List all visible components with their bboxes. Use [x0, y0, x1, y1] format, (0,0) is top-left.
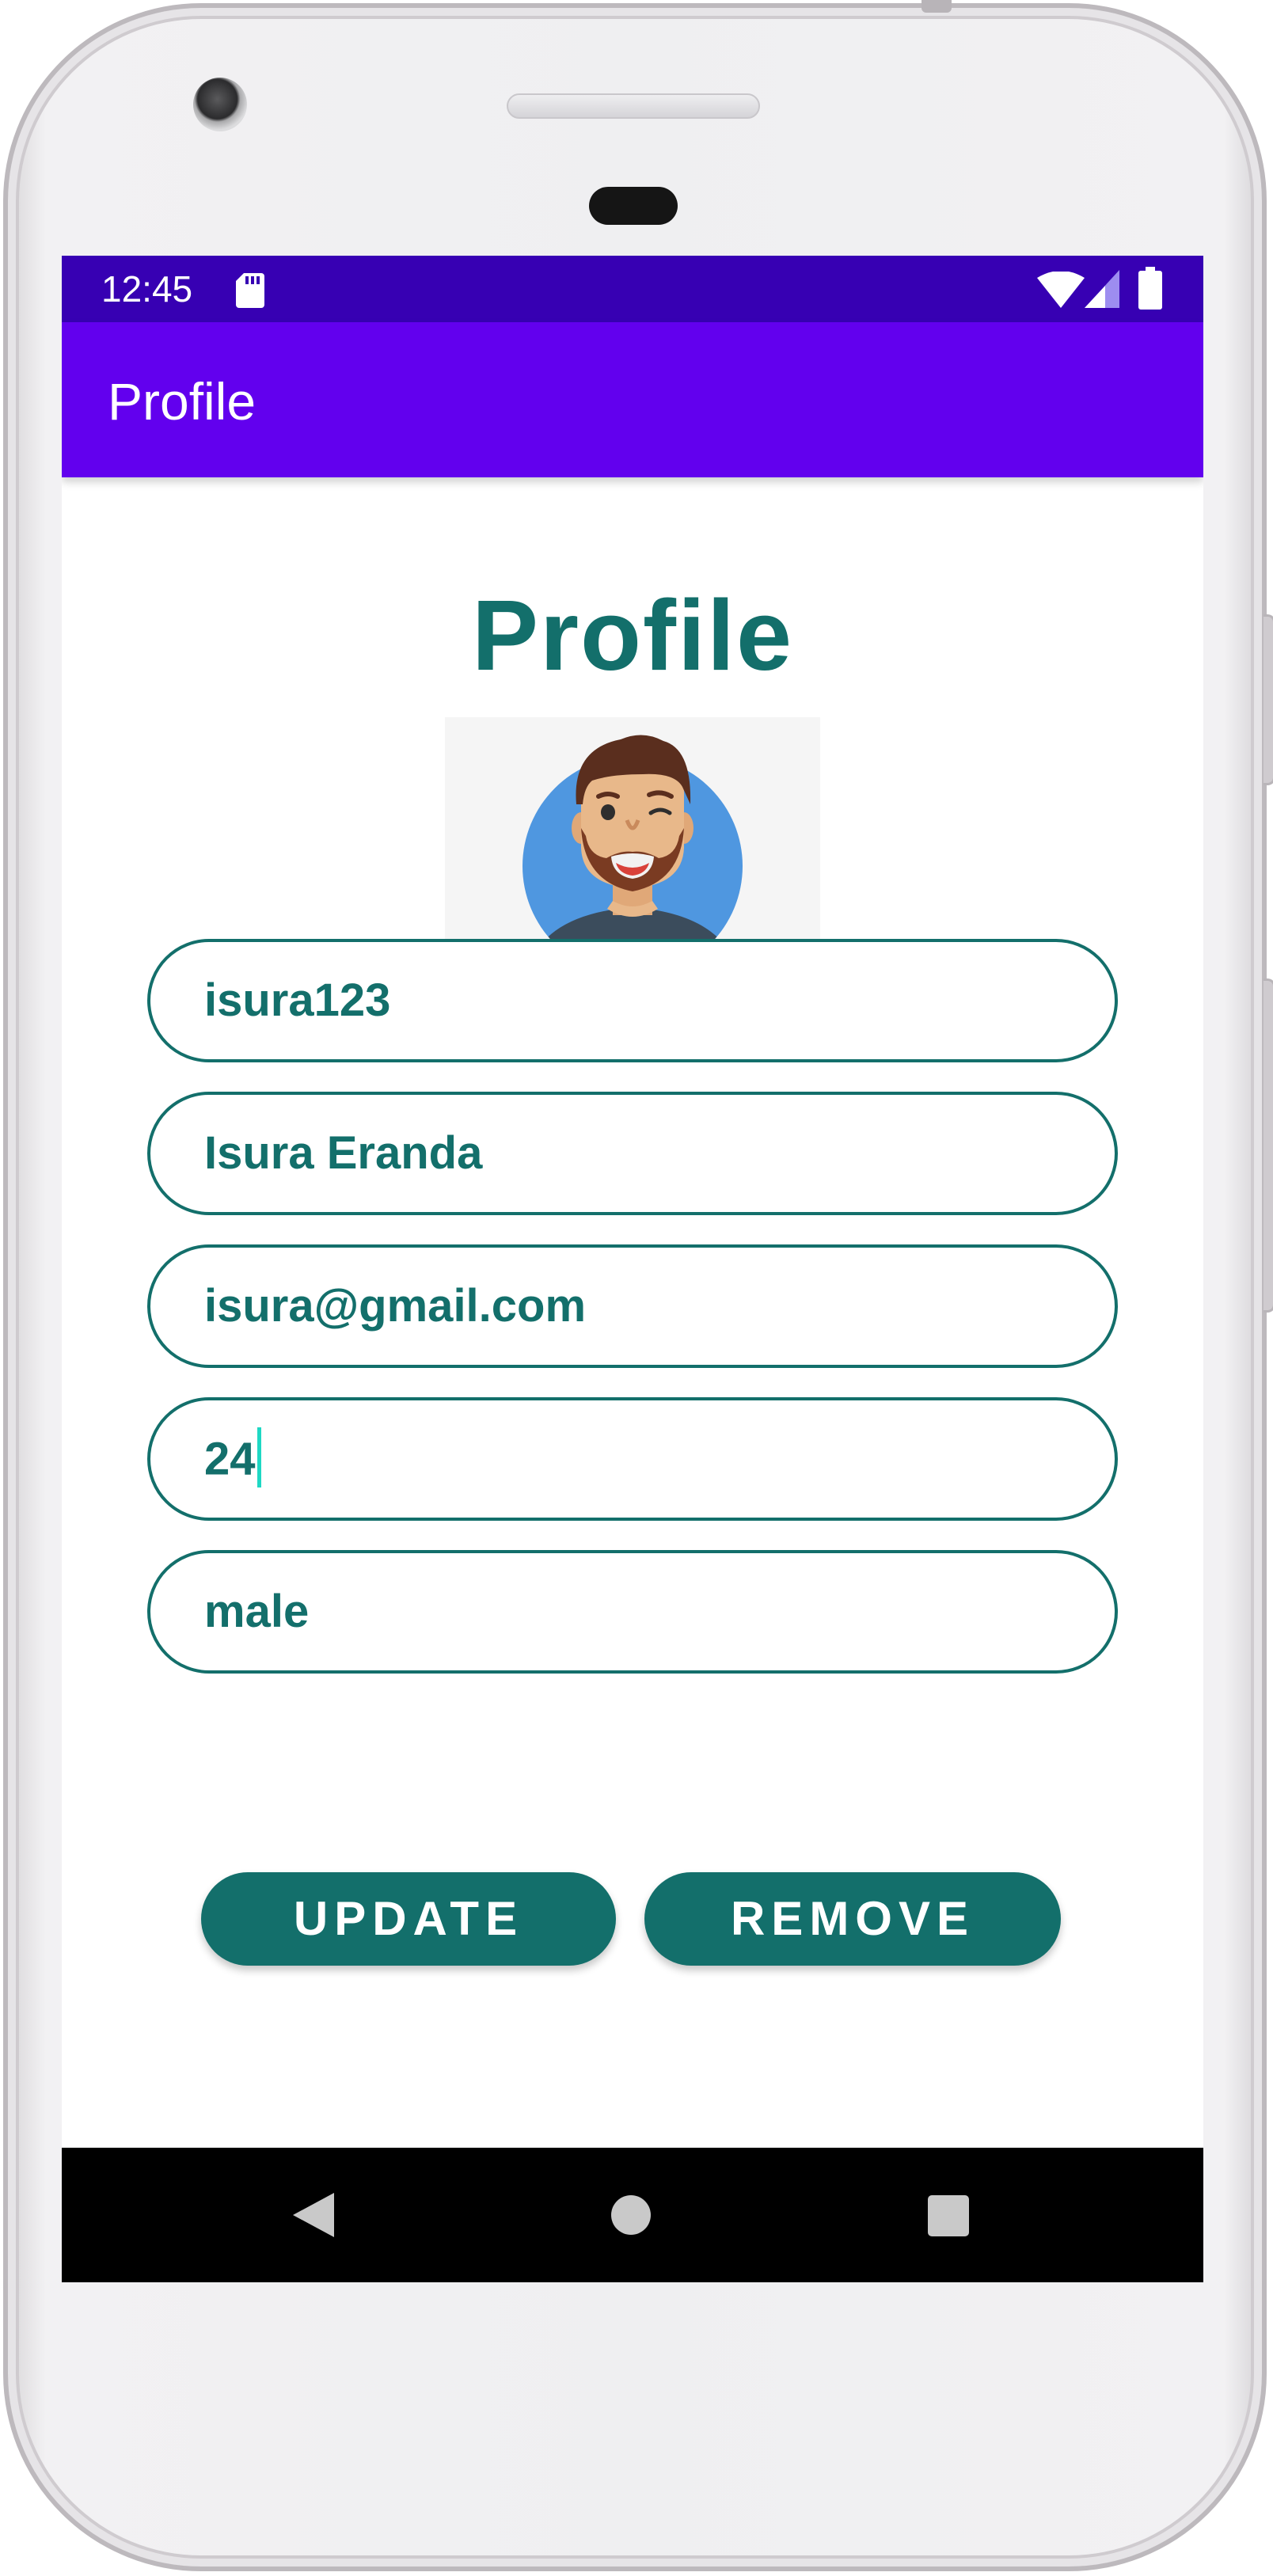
proximity-sensor — [589, 187, 678, 225]
username-value: isura123 — [204, 975, 391, 1026]
screen: 12:45 Profile Profile isura123 Isura Era… — [62, 256, 1203, 2282]
phone-top-button — [922, 0, 952, 13]
front-camera-icon — [193, 78, 247, 131]
volume-button — [1264, 978, 1273, 1313]
email-value: isura@gmail.com — [204, 1280, 587, 1332]
page-title: Profile — [471, 579, 794, 691]
wifi-icon — [1037, 272, 1085, 308]
signal-icon — [1085, 270, 1119, 308]
app-bar-title: Profile — [108, 372, 256, 431]
earpiece-speaker — [507, 93, 760, 119]
text-cursor — [256, 1427, 261, 1487]
app-bar: Profile — [62, 322, 1203, 477]
status-time: 12:45 — [101, 268, 193, 310]
gender-field[interactable]: male — [147, 1550, 1118, 1674]
power-button — [1264, 614, 1273, 785]
username-field[interactable]: isura123 — [147, 939, 1118, 1062]
battery-icon — [1138, 267, 1162, 310]
age-field[interactable]: 24 — [147, 1397, 1118, 1521]
gender-value: male — [204, 1586, 310, 1637]
update-button[interactable]: UPDATE — [201, 1872, 616, 1966]
remove-button[interactable]: REMOVE — [644, 1872, 1061, 1966]
full-name-value: Isura Eranda — [204, 1127, 483, 1179]
navigation-bar — [62, 2148, 1203, 2282]
full-name-field[interactable]: Isura Eranda — [147, 1092, 1118, 1215]
status-bar: 12:45 — [62, 256, 1203, 322]
sd-card-icon — [236, 273, 264, 308]
age-value: 24 — [204, 1433, 256, 1485]
profile-form: Profile isura123 Isura Eranda isura@gmai… — [62, 477, 1203, 2148]
email-field[interactable]: isura@gmail.com — [147, 1244, 1118, 1368]
recents-icon[interactable] — [928, 2195, 969, 2236]
home-icon[interactable] — [611, 2195, 651, 2235]
back-icon[interactable] — [291, 2191, 336, 2239]
age-value-wrap: 24 — [204, 1427, 261, 1492]
